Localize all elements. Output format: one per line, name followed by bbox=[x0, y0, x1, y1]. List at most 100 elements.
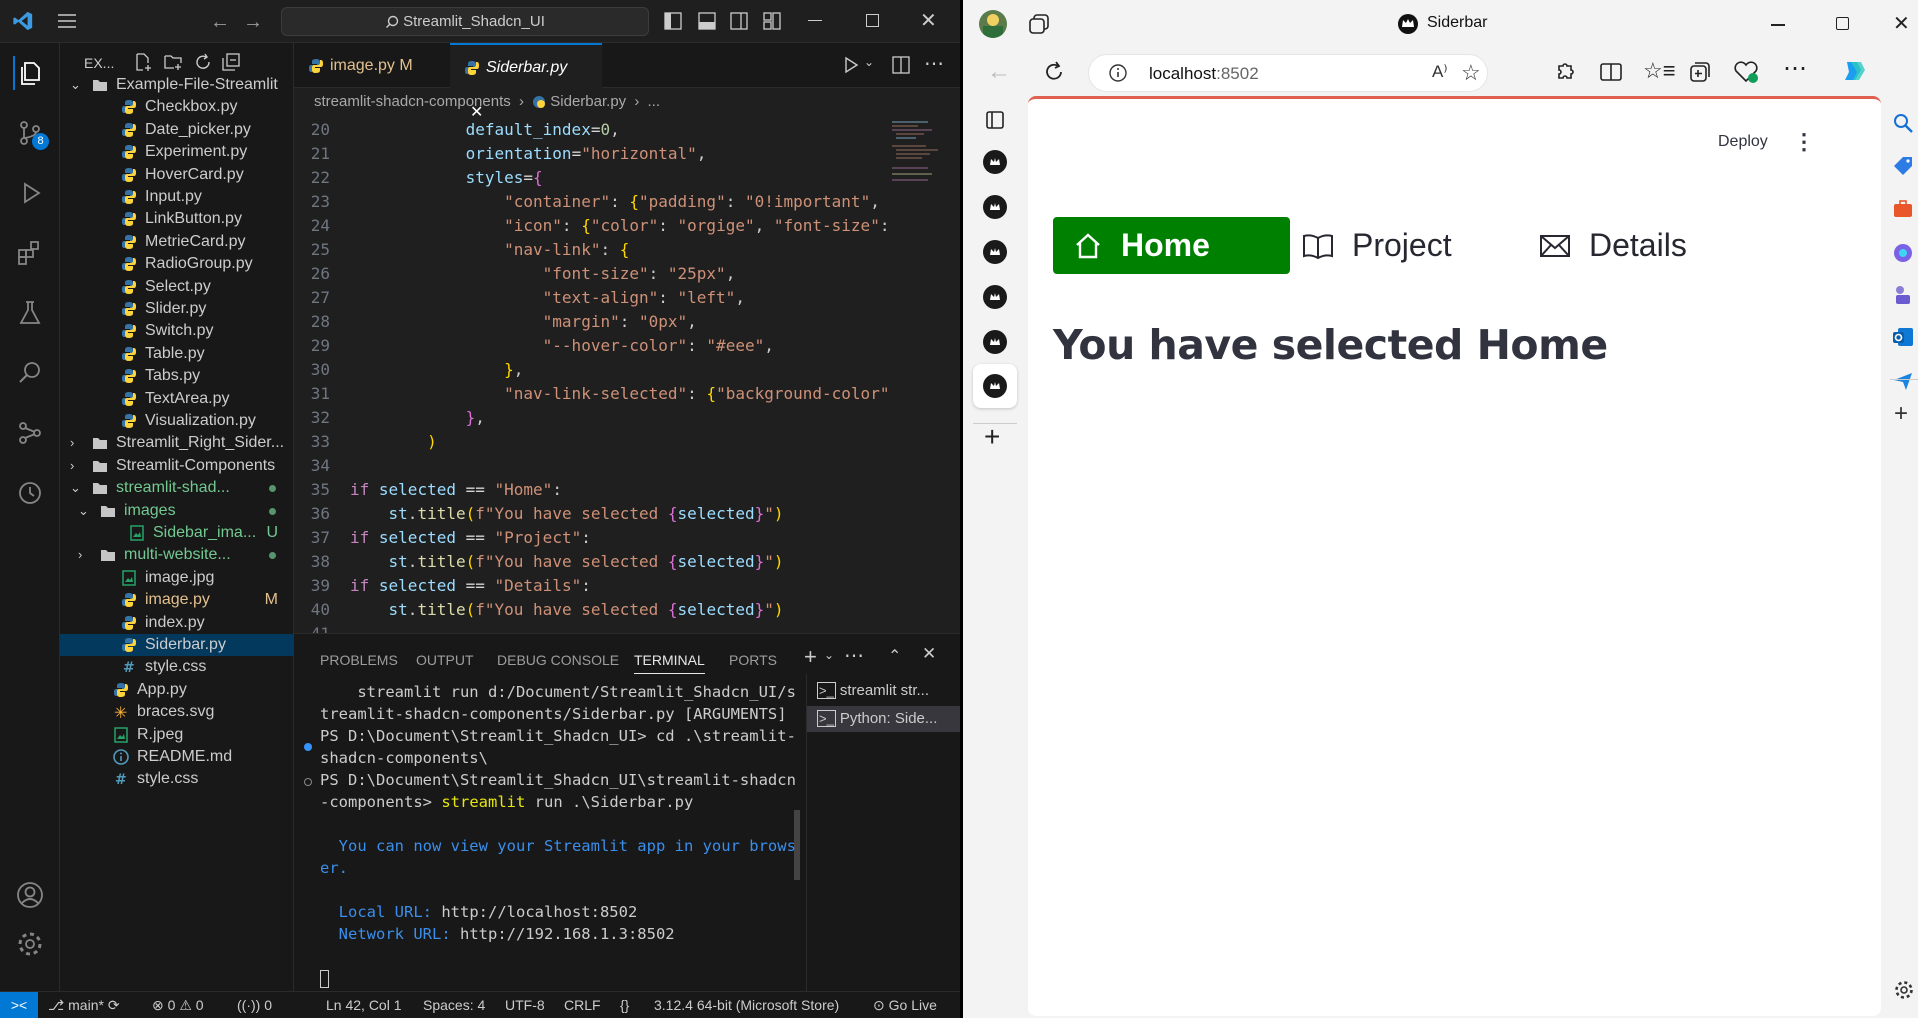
more-actions-icon[interactable]: ⋯ bbox=[844, 643, 864, 668]
vertical-tab[interactable] bbox=[983, 330, 1007, 354]
code-line[interactable]: 25 "nav-link": { bbox=[294, 238, 914, 262]
tree-file[interactable]: HoverCard.py bbox=[60, 164, 294, 186]
tree-file[interactable]: image.jpg bbox=[60, 567, 294, 589]
back-arrow-icon[interactable]: ← bbox=[987, 58, 1011, 86]
browser-tab-title[interactable]: Siderbar bbox=[1427, 14, 1487, 32]
tree-file[interactable]: Input.py bbox=[60, 186, 294, 208]
avatar[interactable] bbox=[979, 10, 1007, 38]
forward-arrow-icon[interactable]: → bbox=[243, 11, 263, 34]
collections-icon[interactable] bbox=[1688, 60, 1712, 84]
tree-file[interactable]: Sidebar_ima... U bbox=[60, 522, 294, 544]
remote-indicator-icon[interactable]: >< bbox=[0, 992, 38, 1018]
tree-file[interactable]: image.py M bbox=[60, 589, 294, 611]
close-window-icon[interactable]: ✕ bbox=[920, 8, 937, 33]
add-icon[interactable]: + bbox=[1894, 400, 1908, 428]
vertical-tab[interactable] bbox=[983, 285, 1007, 309]
tree-file[interactable]: Select.py bbox=[60, 276, 294, 298]
breadcrumb-file[interactable]: Siderbar.py bbox=[550, 93, 626, 110]
shopping-tag-icon[interactable] bbox=[1892, 156, 1914, 178]
code-line[interactable]: 36 st.title(f"You have selected {selecte… bbox=[294, 502, 914, 526]
minimize-icon[interactable] bbox=[1771, 24, 1785, 26]
workspaces-icon[interactable] bbox=[1028, 13, 1050, 35]
main-menu-icon[interactable]: ⋮ bbox=[1793, 129, 1815, 155]
tree-file[interactable]: LinkButton.py bbox=[60, 208, 294, 230]
command-center-search[interactable]: Streamlit_Shadcn_UI bbox=[281, 7, 649, 36]
new-tab-icon[interactable]: + bbox=[984, 421, 1000, 453]
go-live-button[interactable]: ⊙ Go Live bbox=[873, 992, 937, 1018]
tree-file[interactable]: Siderbar.py bbox=[60, 634, 294, 656]
code-line[interactable]: 23 "container": {"padding": "0!important… bbox=[294, 190, 914, 214]
extensions-icon[interactable] bbox=[1553, 60, 1577, 84]
problems-status[interactable]: ⊗ 0 ⚠ 0 bbox=[152, 992, 204, 1018]
split-editor-icon[interactable] bbox=[892, 56, 910, 74]
refresh-icon[interactable] bbox=[194, 53, 212, 71]
favorite-star-icon[interactable]: ☆ bbox=[1461, 60, 1481, 86]
tree-file[interactable]: README.md bbox=[60, 746, 294, 768]
code-line[interactable]: 40 st.title(f"You have selected {selecte… bbox=[294, 598, 914, 622]
outlook-icon[interactable] bbox=[1892, 326, 1914, 348]
tree-folder[interactable]: ⌄ Example-File-Streamlit bbox=[60, 74, 294, 96]
breadcrumb-symbol[interactable]: ... bbox=[648, 93, 661, 110]
tab-problems[interactable]: PROBLEMS bbox=[320, 646, 398, 674]
vertical-tab[interactable] bbox=[983, 150, 1007, 174]
tab-image-py[interactable]: image.py M bbox=[294, 43, 450, 88]
more-menu-icon[interactable]: ⋯ bbox=[1783, 54, 1807, 83]
tree-file[interactable]: ✳ braces.svg bbox=[60, 701, 294, 723]
tree-folder[interactable]: ⌄ images bbox=[60, 500, 294, 522]
new-terminal-icon[interactable]: + bbox=[804, 644, 817, 670]
indentation[interactable]: Spaces: 4 bbox=[423, 992, 485, 1018]
code-line[interactable]: 34 bbox=[294, 454, 914, 478]
explorer-icon[interactable] bbox=[13, 56, 47, 90]
maximize-icon[interactable] bbox=[866, 14, 879, 27]
tab-terminal[interactable]: TERMINAL bbox=[634, 646, 705, 674]
search-icon[interactable] bbox=[1892, 112, 1914, 134]
code-line[interactable]: 32 }, bbox=[294, 406, 914, 430]
tree-file[interactable]: index.py bbox=[60, 612, 294, 634]
address-bar[interactable]: localhost:8502 A⁾ ☆ bbox=[1088, 54, 1488, 92]
tools-icon[interactable] bbox=[1892, 198, 1914, 220]
code-line[interactable]: 29 "--hover-color": "#eee", bbox=[294, 334, 914, 358]
back-arrow-icon[interactable]: ← bbox=[210, 11, 230, 34]
tree-file[interactable]: # style.css bbox=[60, 768, 294, 790]
tree-file[interactable]: Slider.py bbox=[60, 298, 294, 320]
tree-file[interactable]: RadioGroup.py bbox=[60, 253, 294, 275]
gear-icon[interactable] bbox=[1894, 980, 1914, 1000]
code-line[interactable]: 22 styles={ bbox=[294, 166, 914, 190]
ports-status[interactable]: ((·)) 0 bbox=[237, 992, 272, 1018]
tree-file[interactable]: Checkbox.py bbox=[60, 96, 294, 118]
minimap[interactable] bbox=[888, 118, 944, 198]
code-line[interactable]: 28 "margin": "0px", bbox=[294, 310, 914, 334]
close-panel-icon[interactable]: ✕ bbox=[922, 644, 936, 664]
minimize-icon[interactable] bbox=[808, 20, 822, 21]
more-actions-icon[interactable]: ⋯ bbox=[924, 51, 944, 76]
maximize-panel-icon[interactable]: ⌃ bbox=[888, 646, 901, 666]
tree-file[interactable]: Visualization.py bbox=[60, 410, 294, 432]
favorites-icon[interactable]: ☆≡ bbox=[1643, 58, 1676, 84]
toggle-panel-icon[interactable] bbox=[698, 12, 716, 30]
vertical-tab-active[interactable] bbox=[973, 364, 1017, 408]
deploy-button[interactable]: Deploy bbox=[1718, 133, 1768, 151]
breadcrumb-folder[interactable]: streamlit-shadcn-components bbox=[314, 93, 511, 110]
tree-folder[interactable]: › Streamlit-Components bbox=[60, 455, 294, 477]
tree-folder[interactable]: › multi-website... bbox=[60, 544, 294, 566]
chevron-down-icon[interactable]: ⌄ bbox=[824, 648, 834, 662]
code-line[interactable]: 20 default_index=0, bbox=[294, 118, 914, 142]
nav-item-details[interactable]: Details bbox=[1527, 217, 1764, 274]
info-icon[interactable] bbox=[1109, 64, 1127, 82]
terminal-list-item[interactable]: >_ Python: Side... bbox=[807, 706, 961, 732]
vertical-tab[interactable] bbox=[983, 195, 1007, 219]
timeline-icon[interactable] bbox=[13, 476, 47, 510]
source-control-icon[interactable]: 8 bbox=[13, 116, 49, 150]
chevron-down-icon[interactable]: ⌄ bbox=[864, 55, 874, 69]
code-line[interactable]: 33 ) bbox=[294, 430, 914, 454]
games-icon[interactable] bbox=[1892, 242, 1914, 264]
code-line[interactable]: 35 if selected == "Home": bbox=[294, 478, 914, 502]
code-line[interactable]: 26 "font-size": "25px", bbox=[294, 262, 914, 286]
code-line[interactable]: 38 st.title(f"You have selected {selecte… bbox=[294, 550, 914, 574]
code-line[interactable]: 24 "icon": {"color": "orgige", "font-siz… bbox=[294, 214, 914, 238]
branch-status[interactable]: ⎇ main* ⟳ bbox=[48, 992, 120, 1018]
tab-output[interactable]: OUTPUT bbox=[416, 646, 474, 674]
code-line[interactable]: 37 if selected == "Project": bbox=[294, 526, 914, 550]
customize-layout-icon[interactable] bbox=[763, 12, 781, 30]
tree-folder[interactable]: › Streamlit_Right_Sider... bbox=[60, 432, 294, 454]
